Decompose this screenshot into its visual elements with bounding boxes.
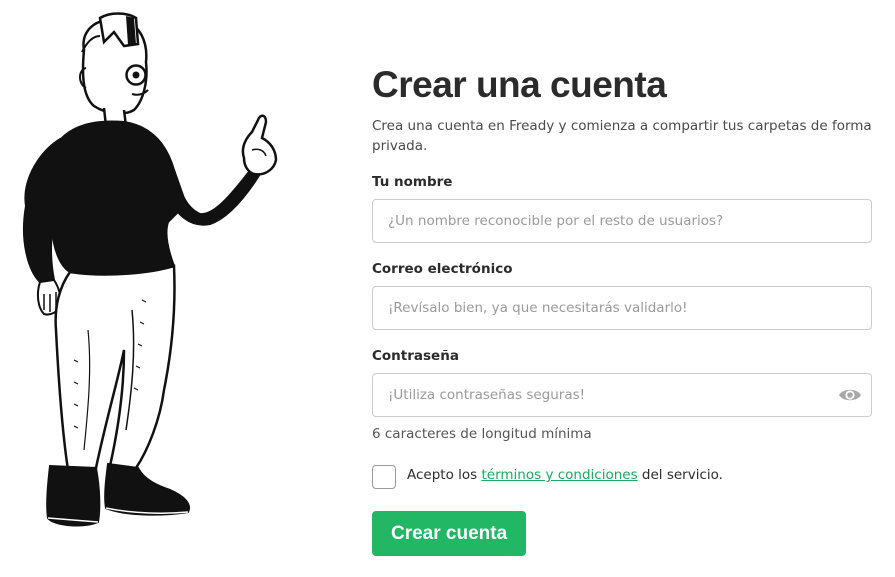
name-input-wrap — [372, 199, 872, 243]
terms-checkbox[interactable] — [372, 465, 396, 489]
email-input-wrap — [372, 286, 872, 330]
terms-suffix: del servicio. — [637, 467, 723, 483]
create-account-button[interactable]: Crear cuenta — [372, 511, 527, 556]
name-field-group: Tu nombre — [372, 174, 872, 243]
signup-form: Crear una cuenta Crea una cuenta en Frea… — [372, 64, 872, 556]
email-field-group: Correo electrónico — [372, 261, 872, 330]
person-pointing-illustration — [23, 12, 278, 527]
terms-text: Acepto los términos y condiciones del se… — [407, 467, 723, 483]
password-hint: 6 caracteres de longitud mínima — [372, 426, 592, 442]
email-input[interactable] — [372, 286, 872, 330]
name-input[interactable] — [372, 199, 872, 243]
password-field-group: Contraseña 6 caracteres de longitud míni… — [372, 348, 872, 442]
password-input[interactable] — [372, 373, 872, 417]
page-title: Crear una cuenta — [372, 64, 667, 105]
email-label: Correo electrónico — [372, 261, 513, 277]
name-label: Tu nombre — [372, 174, 453, 190]
eye-icon — [839, 389, 861, 401]
terms-row: Acepto los términos y condiciones del se… — [372, 465, 872, 489]
terms-link[interactable]: términos y condiciones — [481, 467, 637, 483]
page-subtitle: Crea una cuenta en Fready y comienza a c… — [372, 118, 872, 154]
toggle-password-visibility-button[interactable] — [838, 384, 862, 406]
password-label: Contraseña — [372, 348, 459, 364]
signup-page: Crear una cuenta Crea una cuenta en Frea… — [0, 0, 895, 577]
terms-prefix: Acepto los — [407, 467, 482, 483]
password-input-wrap — [372, 373, 872, 417]
